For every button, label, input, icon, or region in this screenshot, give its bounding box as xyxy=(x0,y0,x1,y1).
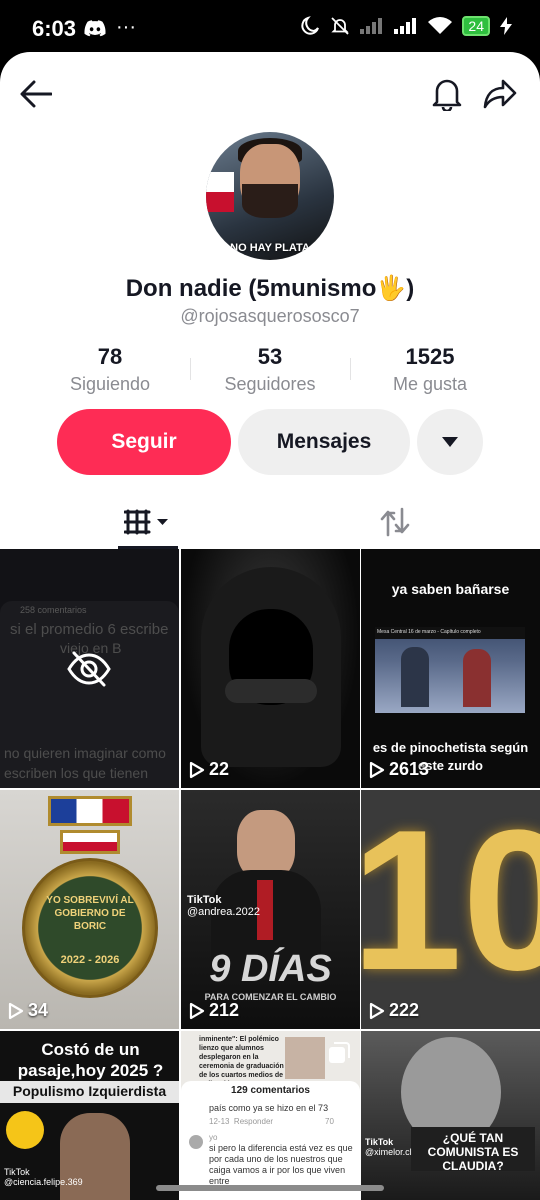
stat-value: 78 xyxy=(97,344,123,369)
tab-videos[interactable] xyxy=(118,497,178,547)
signal-icon xyxy=(360,18,383,34)
video-thumbnail[interactable]: Costó de un pasaje,hoy 2025 ? Populismo … xyxy=(0,1031,179,1200)
play-icon xyxy=(369,1002,385,1019)
profile-stats: 78 Siguiendo 53 Seguidores 1525 Me gusta xyxy=(30,344,510,400)
view-count: 222 xyxy=(369,1000,419,1021)
discord-icon xyxy=(84,19,106,36)
comment-text: país como ya se hizo en el 73 xyxy=(209,1103,329,1113)
repost-icon xyxy=(380,507,410,537)
video-grid-icon xyxy=(124,509,168,535)
view-count: 34 xyxy=(8,1000,48,1021)
stat-label: Siguiendo xyxy=(69,374,151,394)
video-sub-text: Populismo Izquierdista xyxy=(12,1083,167,1099)
view-count: 22 xyxy=(189,759,229,780)
play-icon xyxy=(369,761,385,778)
video-top-text: ya saben bañarse xyxy=(391,581,510,597)
watermark-user: @ximelor.cl xyxy=(365,1147,412,1157)
play-icon xyxy=(189,1002,205,1019)
tiktok-watermark: TikTok xyxy=(187,894,222,906)
video-thumbnail[interactable]: inminente": El polémico lienzo que alumn… xyxy=(181,1031,360,1200)
back-button[interactable] xyxy=(14,72,58,116)
video-thumbnail[interactable]: TikTok @andrea.2022 9 DÍAS PARA COMENZAR … xyxy=(181,790,360,1029)
tab-reposts[interactable] xyxy=(370,497,420,547)
battery-indicator: 24 xyxy=(462,16,490,36)
username: @rojosasquerososco7 xyxy=(180,306,360,326)
video-thumbnail[interactable]: 10 222 xyxy=(361,790,540,1029)
share-arrow-icon xyxy=(483,79,517,109)
play-icon xyxy=(189,761,205,778)
signal-icon-2 xyxy=(394,18,417,34)
play-icon xyxy=(8,1002,24,1019)
stat-label: Seguidores xyxy=(224,374,316,394)
video-thumbnail[interactable]: YO SOBREVIVÍ AL GOBIERNO DE BORIC 2022 -… xyxy=(0,790,179,1029)
comment-text: si pero la diferencia está vez es que po… xyxy=(209,1143,353,1186)
medal-years: 2022 - 2026 xyxy=(60,954,120,966)
share-button[interactable] xyxy=(478,72,522,116)
follow-button[interactable]: Seguir xyxy=(57,409,231,475)
eye-hidden-icon xyxy=(67,651,111,687)
wifi-icon xyxy=(428,17,453,34)
home-indicator[interactable] xyxy=(156,1185,384,1191)
tiktok-watermark: TikTok xyxy=(365,1137,394,1147)
medal-text: YO SOBREVIVÍ AL GOBIERNO DE BORIC xyxy=(46,895,134,932)
profile-sheet: NO HAY PLATA Don nadie (5munismo🖐) @rojo… xyxy=(0,52,540,1200)
bell-icon xyxy=(432,79,462,111)
view-count: 212 xyxy=(189,1000,239,1021)
messages-button[interactable]: Mensajes xyxy=(238,409,410,475)
video-top-text: Costó de un pasaje,hoy 2025 ? xyxy=(17,1040,164,1080)
status-bar: 6:03 ··· 24 xyxy=(0,0,540,58)
stat-value: 1525 xyxy=(405,344,455,369)
thinking-emoji xyxy=(6,1111,44,1149)
video-big-text: 10 xyxy=(361,790,540,1012)
display-name: Don nadie (5munismo🖐) xyxy=(125,275,415,302)
watermark-user: @andrea.2022 xyxy=(187,906,260,918)
view-count: 2613 xyxy=(369,759,429,780)
suggested-accounts-button[interactable] xyxy=(417,409,483,475)
video-grid: 258 comentarios si el promedio 6 escribe… xyxy=(0,549,540,1200)
tiktok-watermark: TikTok xyxy=(4,1167,30,1177)
avatar[interactable]: NO HAY PLATA xyxy=(206,132,334,260)
top-bar xyxy=(0,72,540,120)
tv-caption: Mesa Central 16 de marzo - Capítulo comp… xyxy=(375,627,525,639)
more-notifications-icon: ··· xyxy=(116,16,136,38)
stat-value: 53 xyxy=(257,344,283,369)
avatar-caption: NO HAY PLATA xyxy=(230,242,310,254)
watermark-user: @ciencia.felipe.369 xyxy=(4,1177,83,1187)
video-thumbnail[interactable]: 258 comentarios si el promedio 6 escribe… xyxy=(0,549,179,788)
video-thumbnail[interactable]: 22 xyxy=(181,549,360,788)
avatar xyxy=(189,1135,203,1149)
multi-clip-icon xyxy=(329,1042,350,1063)
video-big-text: 9 DÍAS xyxy=(209,948,332,990)
stat-following[interactable]: 78 Siguiendo xyxy=(30,344,190,400)
comments-title: 129 comentarios xyxy=(231,1085,310,1096)
profile-tabs xyxy=(0,497,540,551)
charging-icon xyxy=(500,17,512,35)
status-time: 6:03 xyxy=(32,16,77,41)
video-bottom-text: ¿QUÉ TAN COMUNISTA ES CLAUDIA? xyxy=(427,1131,519,1173)
bell-muted-icon xyxy=(331,17,350,35)
stat-label: Me gusta xyxy=(392,374,468,394)
stat-followers[interactable]: 53 Seguidores xyxy=(190,344,350,400)
arrow-left-icon xyxy=(20,80,52,108)
video-thumbnail[interactable]: ya saben bañarse Mesa Central 16 de marz… xyxy=(361,549,540,788)
caret-down-icon xyxy=(442,437,458,447)
moon-icon xyxy=(301,16,320,35)
video-thumbnail[interactable]: ¿QUÉ TAN COMUNISTA ES CLAUDIA? TikTok @xi… xyxy=(361,1031,540,1200)
comment-likes: 70 xyxy=(325,1117,334,1126)
notification-bell-button[interactable] xyxy=(425,72,469,116)
stat-likes[interactable]: 1525 Me gusta xyxy=(350,344,510,400)
